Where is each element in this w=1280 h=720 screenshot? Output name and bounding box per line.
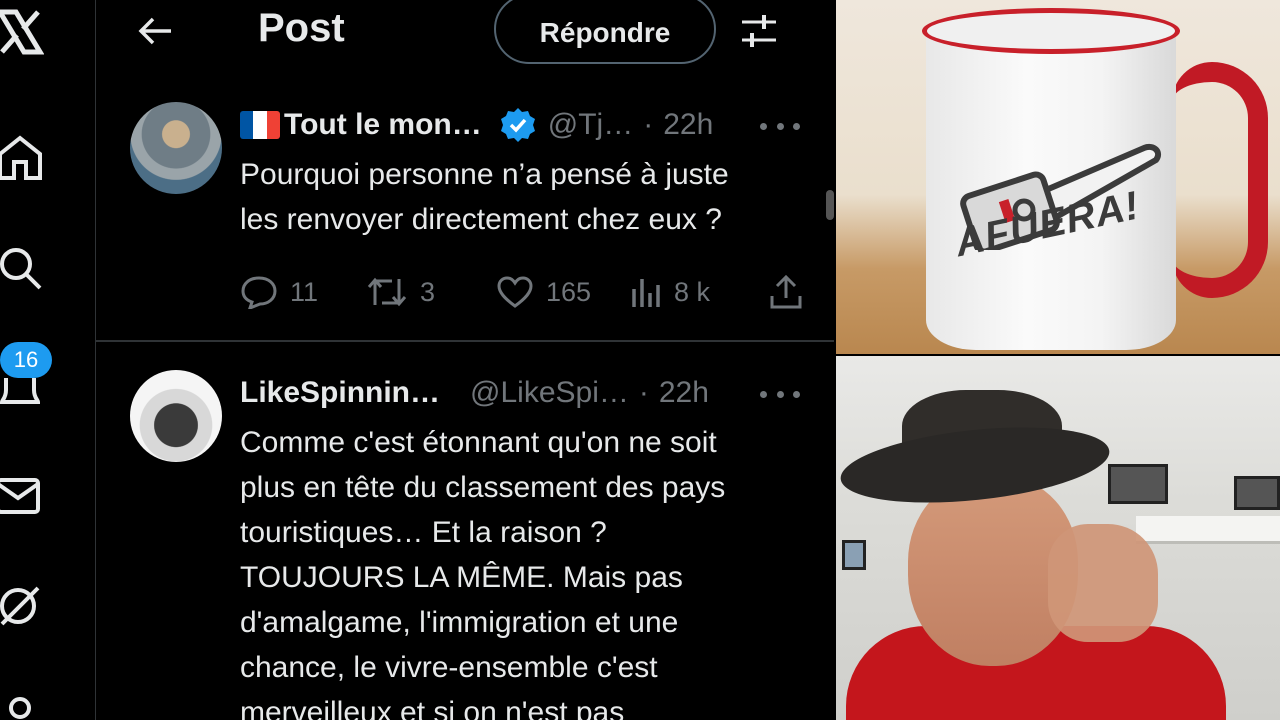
mug-handle [1172,62,1268,298]
more-options-icon[interactable] [760,116,800,136]
back-arrow-icon[interactable] [132,8,178,54]
filter-settings-icon[interactable] [736,8,782,54]
separator: · [643,108,654,141]
share-action[interactable] [768,270,804,314]
reply-button[interactable]: Répondre [494,0,716,64]
repost-icon [367,277,407,307]
raised-hand [1048,524,1158,642]
views-count: 8 k [674,276,711,307]
like-count: 165 [546,276,592,307]
picture-frame [1108,464,1168,504]
tweet-header: LikeSpinnin… @LikeSpi… · 22h [240,370,709,416]
reply-count: 11 [290,276,319,307]
mug-photo: AFUERA! [836,0,1280,354]
mug-rim [922,8,1180,54]
tweet-text-line: touristiques… Et la raison ? [240,516,607,549]
views-chart-icon [632,279,660,307]
notifications-badge: 16 [0,342,52,378]
tweet-text-line: plus en tête du classement des pays [240,471,726,504]
tweet-text-line: Comme c'est étonnant qu'on ne soit [240,426,717,459]
grok-icon[interactable] [0,580,46,632]
tweet-header: Tout le mon… @Tj… · 22h [240,102,713,148]
more-options-icon[interactable] [760,384,800,404]
picture-frame [842,540,866,570]
timestamp[interactable]: 22h [659,376,709,410]
tweet-text-line: d'amalgame, l'immigration et une [240,606,679,639]
separator: · [638,376,649,409]
handle[interactable]: @Tj… [548,108,633,142]
repost-count: 3 [420,276,436,307]
nav-rail: 16 [0,0,96,720]
tweet-actions: 11 3 165 8 k [240,270,802,314]
tweet[interactable]: Tout le mon… @Tj… · 22h Pourquoi personn… [96,96,834,342]
page-title: Post [258,6,345,50]
avatar[interactable] [130,370,222,462]
display-name[interactable]: LikeSpinnin… [240,376,440,410]
reply-icon [241,276,277,309]
tweet-text-line: Pourquoi personne n’a pensé à juste [240,158,729,191]
messages-icon[interactable] [0,470,46,522]
verified-badge-icon [500,108,535,142]
profile-icon[interactable] [0,690,46,720]
cowboy-hat-brim [837,416,1113,514]
tweet-text-line: merveilleux et si on n'est pas [240,696,625,720]
repost-action[interactable]: 3 [366,270,435,314]
like-action[interactable]: 165 [496,270,591,314]
tweet[interactable]: LikeSpinnin… @LikeSpi… · 22h Comme c'est… [96,344,834,720]
search-icon[interactable] [0,242,46,294]
wall-shelf [1136,516,1280,544]
heart-icon [497,276,533,308]
avatar[interactable] [130,102,222,194]
picture-frame [1234,476,1280,510]
handle[interactable]: @LikeSpi… [470,376,629,410]
reply-action[interactable]: 11 [240,270,318,314]
timestamp[interactable]: 22h [663,108,713,142]
views-action[interactable]: 8 k [630,270,710,314]
france-flag-icon [240,111,280,139]
tweet-text-line: les renvoyer directement chez eux ? [240,203,722,236]
tweet-text: Comme c'est étonnant qu'on ne soit plus … [240,420,820,720]
tweet-text-line: chance, le vivre-ensemble c'est [240,651,658,684]
x-logo-icon[interactable] [0,6,46,58]
display-name[interactable]: Tout le mon… [284,108,482,142]
share-icon [770,274,802,309]
tweet-text: Pourquoi personne n’a pensé à juste les … [240,152,820,242]
webcam-feed [836,356,1280,720]
post-header: Post Répondre [96,0,834,64]
home-icon[interactable] [0,130,46,182]
tweet-text-line: TOUJOURS LA MÊME. Mais pas [240,561,683,594]
main-column: Post Répondre Tout le mon… @Tj… · 22h Po… [96,0,834,720]
